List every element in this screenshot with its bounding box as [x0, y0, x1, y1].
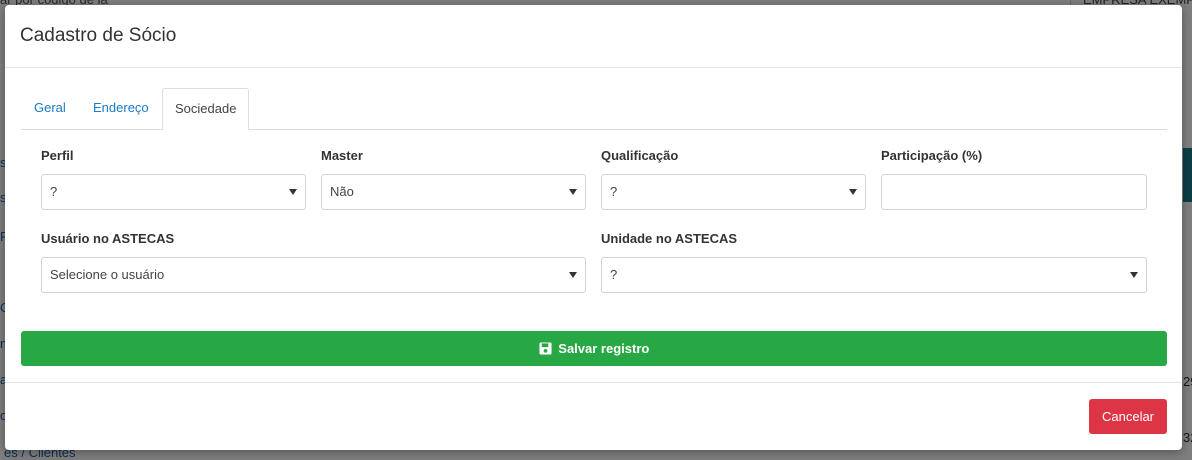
- chevron-down-icon: [849, 189, 857, 195]
- usuario-select[interactable]: Selecione o usuário: [41, 257, 586, 293]
- save-icon: [539, 342, 552, 355]
- chevron-down-icon: [289, 189, 297, 195]
- unidade-label: Unidade no ASTECAS: [601, 231, 738, 246]
- save-button[interactable]: Salvar registro: [21, 331, 1167, 366]
- master-select[interactable]: Não: [321, 174, 586, 210]
- perfil-value: ?: [50, 184, 58, 199]
- unidade-select[interactable]: ?: [601, 257, 1147, 293]
- save-button-label: Salvar registro: [558, 341, 650, 356]
- tab-bar: Geral Endereço Sociedade: [21, 88, 1167, 130]
- qualificacao-label: Qualificação: [601, 148, 679, 163]
- qualificacao-select[interactable]: ?: [601, 174, 866, 210]
- cancel-button[interactable]: Cancelar: [1089, 399, 1167, 434]
- tab-geral[interactable]: Geral: [22, 88, 78, 128]
- chevron-down-icon: [569, 189, 577, 195]
- qualificacao-value: ?: [610, 184, 618, 199]
- perfil-select[interactable]: ?: [41, 174, 306, 210]
- usuario-value: Selecione o usuário: [50, 267, 165, 282]
- usuario-label: Usuário no ASTECAS: [41, 231, 175, 246]
- master-label: Master: [321, 148, 363, 163]
- unidade-value: ?: [610, 267, 618, 282]
- participacao-label: Participação (%): [881, 148, 983, 163]
- master-value: Não: [330, 184, 354, 199]
- modal-title: Cadastro de Sócio: [20, 25, 177, 46]
- modal-header: Cadastro de Sócio: [5, 5, 1182, 68]
- partner-modal: Cadastro de Sócio Geral Endereço Socieda…: [5, 5, 1182, 450]
- tab-sociedade[interactable]: Sociedade: [162, 88, 250, 130]
- chevron-down-icon: [569, 272, 577, 278]
- modal-footer-divider: [5, 382, 1182, 383]
- perfil-label: Perfil: [41, 148, 74, 163]
- tab-endereco[interactable]: Endereço: [81, 88, 161, 128]
- participacao-input[interactable]: [881, 174, 1147, 210]
- chevron-down-icon: [1130, 272, 1138, 278]
